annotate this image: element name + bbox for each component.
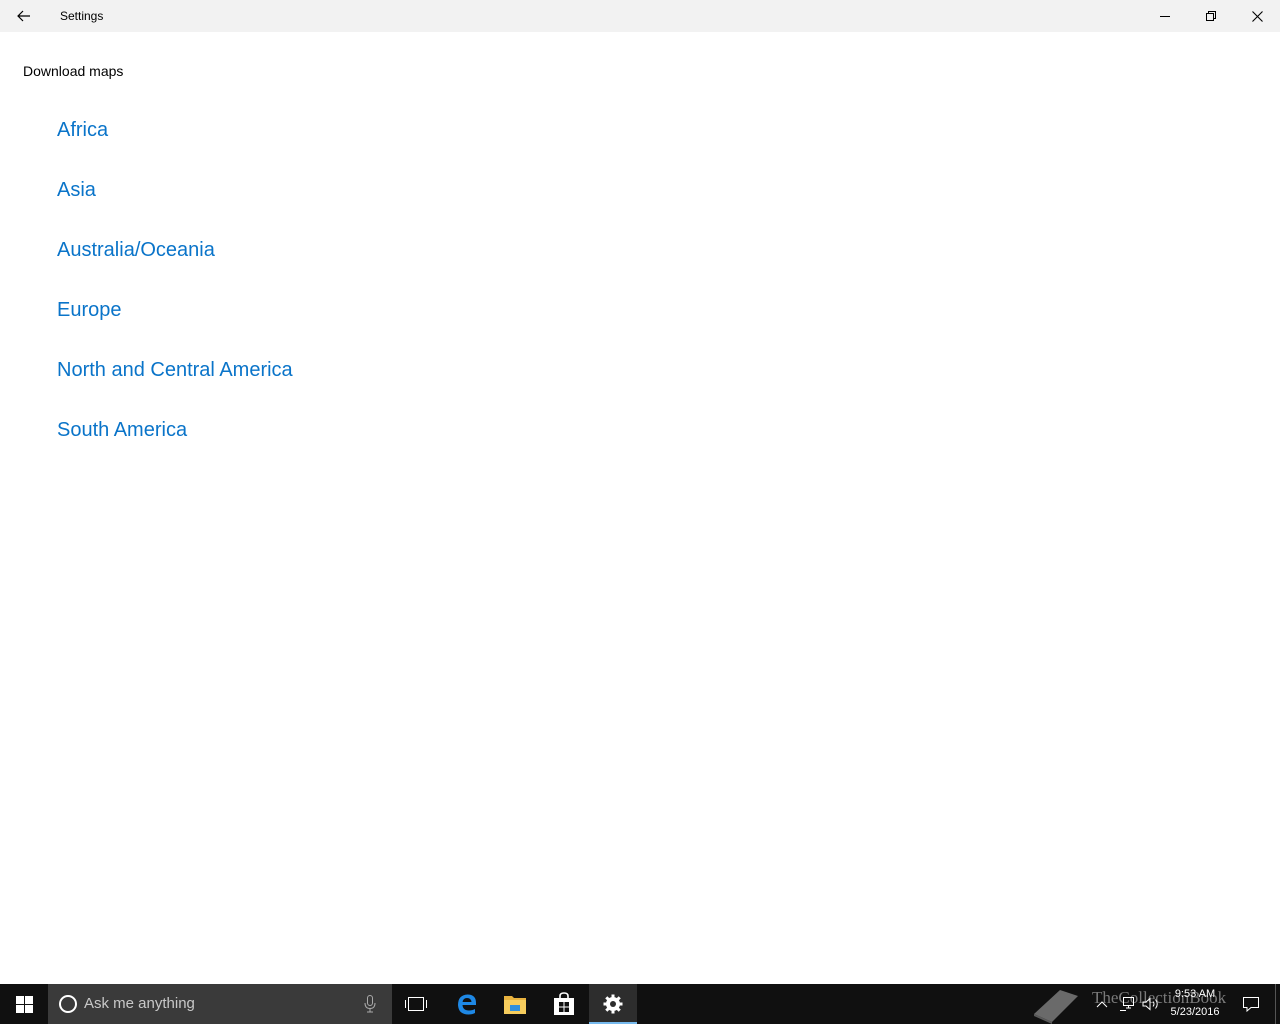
start-button[interactable] (0, 984, 48, 1024)
minimize-icon (1160, 16, 1170, 17)
region-link-europe[interactable]: Europe (57, 295, 293, 355)
edge-taskbar-button[interactable] (443, 984, 491, 1024)
store-taskbar-button[interactable] (540, 984, 588, 1024)
region-link-africa[interactable]: Africa (57, 115, 293, 175)
settings-gear-icon (603, 994, 623, 1014)
minimize-button[interactable] (1142, 0, 1188, 32)
region-list: Africa Asia Australia/Oceania Europe Nor… (57, 115, 293, 475)
back-button[interactable] (0, 0, 48, 32)
action-center-button[interactable] (1234, 984, 1268, 1024)
title-bar: Settings (0, 0, 1280, 32)
show-desktop-button[interactable] (1275, 984, 1280, 1024)
back-arrow-icon (17, 10, 30, 22)
notification-icon (1243, 997, 1259, 1012)
close-button[interactable] (1234, 0, 1280, 32)
region-link-north-central-america[interactable]: North and Central America (57, 355, 293, 415)
settings-window: Settings Download maps Africa Asia Austr… (0, 0, 1280, 984)
clock-time: 9:53 AM (1174, 988, 1216, 1000)
cortana-icon (59, 995, 77, 1013)
store-icon (554, 992, 574, 1015)
window-title: Settings (60, 9, 104, 23)
chevron-up-icon (1096, 1001, 1108, 1008)
windows-logo-icon (15, 995, 33, 1013)
page-title: Download maps (23, 63, 124, 79)
task-view-button[interactable] (392, 984, 440, 1024)
volume-button[interactable] (1140, 984, 1162, 1024)
show-hidden-icons-button[interactable] (1090, 984, 1114, 1024)
settings-taskbar-button[interactable] (589, 984, 637, 1024)
file-explorer-icon (504, 996, 526, 1014)
region-link-south-america[interactable]: South America (57, 415, 293, 475)
region-link-australia-oceania[interactable]: Australia/Oceania (57, 235, 293, 295)
clock[interactable]: 9:53 AM 5/23/2016 (1164, 984, 1226, 1024)
search-placeholder: Ask me anything (84, 995, 195, 1012)
restore-button[interactable] (1188, 0, 1234, 32)
region-link-asia[interactable]: Asia (57, 175, 293, 235)
task-view-icon (405, 997, 427, 1011)
edge-icon (458, 994, 476, 1015)
restore-icon (1206, 11, 1216, 21)
close-icon (1251, 10, 1263, 22)
book-icon (1034, 990, 1078, 1024)
network-button[interactable] (1116, 984, 1138, 1024)
network-icon (1120, 997, 1134, 1011)
volume-icon (1142, 997, 1158, 1011)
clock-date: 5/23/2016 (1170, 1006, 1220, 1018)
search-box[interactable]: Ask me anything (48, 984, 392, 1024)
microphone-icon[interactable] (363, 995, 377, 1013)
file-explorer-taskbar-button[interactable] (491, 984, 539, 1024)
